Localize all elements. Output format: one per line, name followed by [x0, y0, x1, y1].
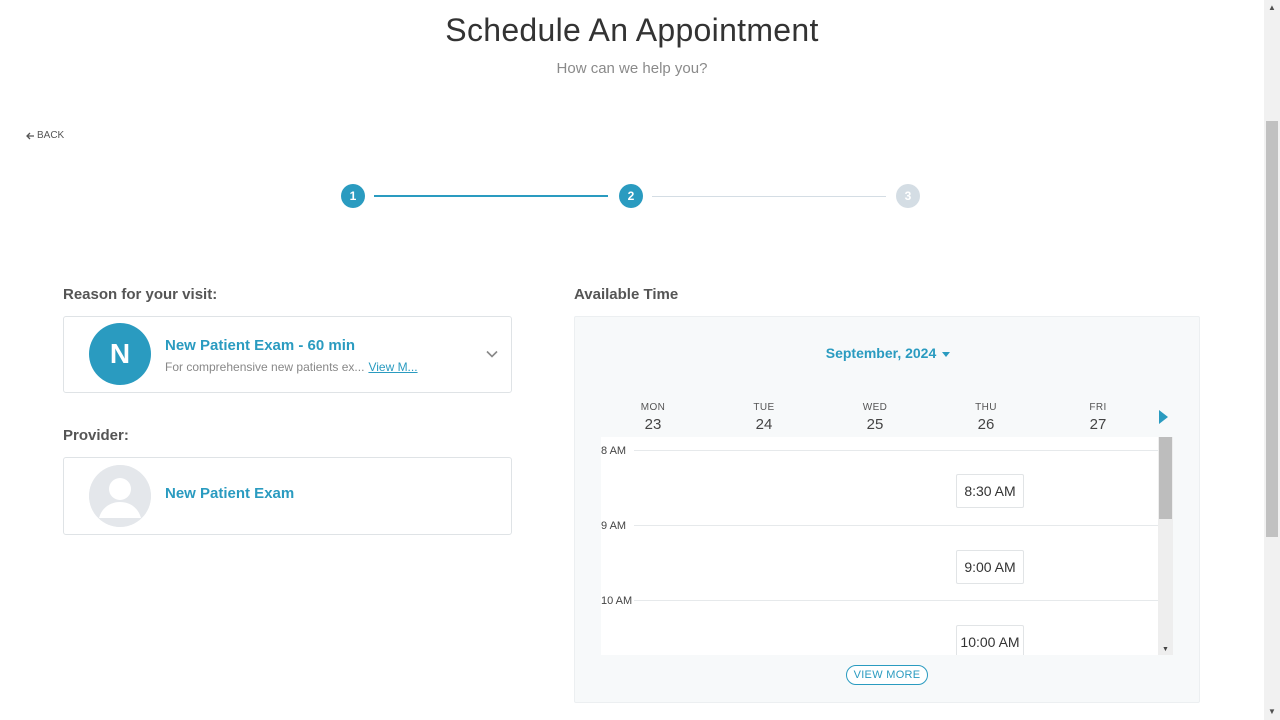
day-of-week: FRI — [1089, 402, 1107, 413]
step-2: 2 — [619, 184, 643, 208]
scroll-down-icon[interactable]: ▼ — [1264, 704, 1280, 720]
day-number: 26 — [977, 416, 995, 433]
provider-label: Provider: — [63, 427, 129, 444]
time-grid-scrollbar[interactable]: ▼ — [1158, 437, 1173, 655]
day-number: 25 — [866, 416, 884, 433]
time-grid: 8 AM 9 AM 10 AM 8:30 AM 9:00 AM 10:00 AM… — [601, 437, 1173, 655]
next-week-icon[interactable] — [1159, 410, 1168, 424]
scroll-up-icon[interactable]: ▲ — [1264, 0, 1280, 16]
back-label: BACK — [37, 130, 65, 141]
month-selector[interactable]: September, 2024 — [575, 345, 1201, 361]
step-1: 1 — [341, 184, 365, 208]
day-of-week: MON — [640, 402, 666, 413]
day-of-week: TUE — [753, 402, 775, 413]
scrollbar-thumb[interactable] — [1266, 121, 1278, 537]
reason-title: New Patient Exam - 60 min — [165, 337, 356, 354]
reason-avatar: N — [89, 323, 151, 385]
day-number: 23 — [644, 416, 662, 433]
chevron-down-icon[interactable] — [485, 347, 499, 361]
reason-description: For comprehensive new patients ex... View… — [165, 360, 418, 374]
hour-divider — [634, 525, 1158, 526]
provider-name: New Patient Exam — [165, 485, 295, 502]
step-3: 3 — [896, 184, 920, 208]
page-title: Schedule An Appointment — [445, 12, 819, 48]
scrollbar-thumb[interactable] — [1159, 437, 1172, 519]
hour-divider — [634, 600, 1158, 601]
month-label: September, 2024 — [825, 345, 937, 361]
day-tue: TUE 24 — [734, 402, 794, 433]
day-fri: FRI 27 — [1068, 402, 1128, 433]
time-slot[interactable]: 9:00 AM — [956, 550, 1024, 584]
reason-description-text: For comprehensive new patients ex... — [165, 360, 365, 374]
view-more-button[interactable]: VIEW MORE — [846, 665, 928, 685]
person-icon — [89, 465, 151, 527]
hour-label: 9 AM — [601, 520, 627, 532]
available-time-label: Available Time — [574, 286, 679, 303]
page: Schedule An Appointment How can we help … — [0, 0, 1264, 720]
hour-divider — [634, 450, 1158, 451]
provider-card[interactable]: New Patient Exam — [63, 457, 512, 535]
day-thu: THU 26 — [956, 402, 1016, 433]
view-more-link[interactable]: View M... — [368, 360, 417, 374]
step-connector-1 — [374, 195, 608, 197]
scroll-down-icon[interactable]: ▼ — [1158, 646, 1173, 653]
time-slot[interactable]: 10:00 AM — [956, 625, 1024, 655]
page-scrollbar[interactable]: ▲ ▼ — [1264, 0, 1280, 720]
hour-label: 8 AM — [601, 445, 627, 457]
day-mon: MON 23 — [623, 402, 683, 433]
reason-label: Reason for your visit: — [63, 286, 218, 303]
day-number: 24 — [755, 416, 773, 433]
day-of-week: WED — [862, 402, 888, 413]
day-of-week: THU — [975, 402, 997, 413]
arrow-left-icon — [26, 132, 34, 139]
reason-select[interactable]: N New Patient Exam - 60 min For comprehe… — [63, 316, 512, 393]
calendar-panel: September, 2024 MON 23 TUE 24 WED 25 THU… — [574, 316, 1200, 703]
day-number: 27 — [1089, 416, 1107, 433]
time-slot[interactable]: 8:30 AM — [956, 474, 1024, 508]
page-subtitle: How can we help you? — [556, 60, 708, 77]
avatar — [89, 465, 151, 527]
hour-label: 10 AM — [601, 595, 633, 607]
day-wed: WED 25 — [845, 402, 905, 433]
step-connector-2 — [652, 196, 886, 197]
caret-down-icon — [942, 351, 951, 357]
back-button[interactable]: BACK — [25, 130, 64, 141]
